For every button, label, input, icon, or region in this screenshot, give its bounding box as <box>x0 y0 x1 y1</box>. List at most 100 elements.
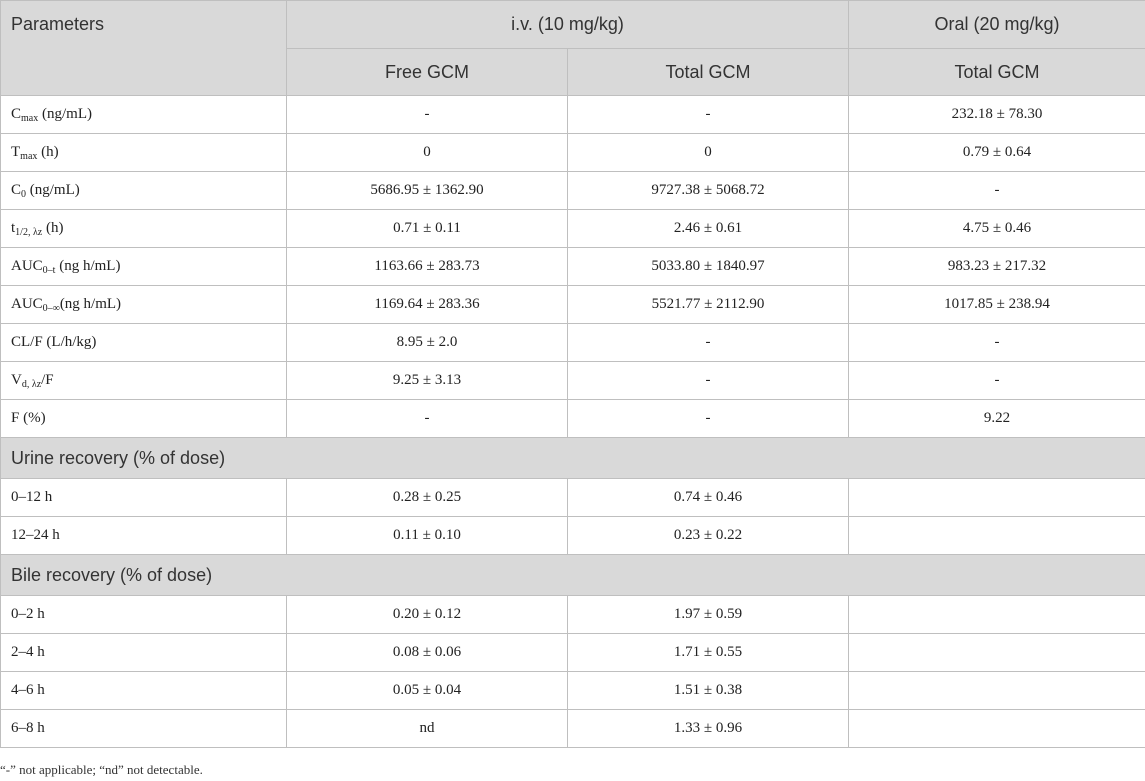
parameter-symbol: CL/F (L/h/kg) <box>11 334 97 350</box>
value-cell: 0.79 ± 0.64 <box>848 133 1145 172</box>
value-cell: 0.08 ± 0.06 <box>286 633 568 672</box>
value-cell: 1.51 ± 0.38 <box>566 671 850 710</box>
parameter-symbol: C <box>11 106 22 122</box>
parameter-subscript: 0–∞ <box>42 303 60 314</box>
value-cell: nd <box>286 709 568 748</box>
parameter-cell: Vd, λz/F <box>0 361 287 400</box>
value-cell: 9.22 <box>848 399 1145 438</box>
value-cell: 1017.85 ± 238.94 <box>848 285 1145 324</box>
parameter-symbol: AUC <box>11 258 43 274</box>
parameter-symbol: T <box>11 144 21 160</box>
parameter-unit: (h) <box>37 144 59 160</box>
value-cell: - <box>286 95 568 134</box>
table-row: 0–12 h 0.28 ± 0.25 0.74 ± 0.46 <box>0 478 1145 517</box>
parameter-unit: (ng/mL) <box>38 106 92 122</box>
parameter-subscript: d, λz <box>21 379 42 390</box>
parameter-cell: Tmax (h) <box>0 133 287 172</box>
table-row: 0–2 h 0.20 ± 0.12 1.97 ± 0.59 <box>0 595 1145 634</box>
table-row: C0 (ng/mL) 5686.95 ± 1362.90 9727.38 ± 506… <box>0 171 1145 210</box>
value-cell: - <box>566 361 850 400</box>
value-cell <box>848 478 1145 517</box>
table-row: Cmax (ng/mL) - -232.18 ± 78.30 <box>0 95 1145 134</box>
value-cell: 8.95 ± 2.0 <box>286 323 568 362</box>
value-cell: 9.25 ± 3.13 <box>286 361 568 400</box>
value-cell <box>848 709 1145 748</box>
parameter-cell: CL/F (L/h/kg) <box>0 323 287 362</box>
table-row: 4–6 h 0.05 ± 0.04 1.51 ± 0.38 <box>0 671 1145 710</box>
header-iv-group: i.v. (10 mg/kg) <box>285 0 850 49</box>
parameter-cell: Cmax (ng/mL) <box>0 95 287 134</box>
header-free-gcm: Free GCM <box>286 48 568 96</box>
value-cell: 1.33 ± 0.96 <box>566 709 850 748</box>
table-row: AUC0–t (ng h/mL) 1163.66 ± 283.73 5033.80 … <box>0 247 1145 286</box>
parameter-subscript: max <box>20 151 38 162</box>
header-parameters: Parameters <box>0 0 287 96</box>
value-cell: 5033.80 ± 1840.97 <box>566 247 850 286</box>
parameter-cell: AUC0–t (ng h/mL) <box>0 247 287 286</box>
table-row: 12–24 h 0.11 ± 0.10 0.23 ± 0.22 <box>0 516 1145 555</box>
parameter-symbol: C <box>11 182 22 198</box>
value-cell: - <box>286 399 568 438</box>
value-cell: 5686.95 ± 1362.90 <box>286 171 568 210</box>
bile-recovery-title: Bile recovery (% of dose) <box>0 554 1145 596</box>
table-row: CL/F (L/h/kg) 8.95 ± 2.0- - <box>0 323 1145 362</box>
parameter-symbol: V <box>11 372 22 388</box>
table-footnote: “-” not applicable; “nd” not detectable. <box>0 762 203 777</box>
value-cell: 0.20 ± 0.12 <box>286 595 568 634</box>
value-cell <box>848 671 1145 710</box>
pharmacokinetic-parameters-table: Parameters i.v. (10 mg/kg) Oral (20 mg/k… <box>0 0 1145 748</box>
time-interval-cell: 0–2 h <box>0 595 287 634</box>
header-total-gcm-iv: Total GCM <box>566 48 850 96</box>
parameter-symbol: F (%) <box>11 410 46 426</box>
time-interval-cell: 2–4 h <box>0 633 287 672</box>
value-cell: 0.23 ± 0.22 <box>566 516 850 555</box>
value-cell: 0.05 ± 0.04 <box>286 671 568 710</box>
table-row: Vd, λz/F 9.25 ± 3.13- - <box>0 361 1145 400</box>
value-cell: 1.71 ± 0.55 <box>566 633 850 672</box>
value-cell: 983.23 ± 217.32 <box>848 247 1145 286</box>
value-cell: 0 <box>286 133 568 172</box>
parameter-unit: (h) <box>42 220 64 236</box>
parameter-cell: C0 (ng/mL) <box>0 171 287 210</box>
value-cell: 5521.77 ± 2112.90 <box>566 285 850 324</box>
time-interval-cell: 6–8 h <box>0 709 287 748</box>
value-cell: 0.11 ± 0.10 <box>286 516 568 555</box>
value-cell: - <box>566 95 850 134</box>
parameter-unit: (ng h/mL) <box>55 258 121 274</box>
value-cell: 9727.38 ± 5068.72 <box>566 171 850 210</box>
header-total-gcm-oral: Total GCM <box>848 48 1145 96</box>
value-cell: - <box>848 323 1145 362</box>
value-cell: - <box>566 323 850 362</box>
value-cell <box>848 633 1145 672</box>
table-row: 6–8 h nd 1.33 ± 0.96 <box>0 709 1145 748</box>
bile-recovery-section-header: Bile recovery (% of dose) <box>0 554 1145 596</box>
parameter-subscript: 0–t <box>42 265 56 276</box>
table-row: Tmax (h) 0 0 0.79 ± 0.64 <box>0 133 1145 172</box>
table-row: 2–4 h 0.08 ± 0.06 1.71 ± 0.55 <box>0 633 1145 672</box>
value-cell: - <box>566 399 850 438</box>
parameter-subscript: max <box>21 113 39 124</box>
value-cell: 1169.64 ± 283.36 <box>286 285 568 324</box>
urine-recovery-title: Urine recovery (% of dose) <box>0 437 1145 479</box>
parameter-subscript: 1/2, λz <box>15 227 43 238</box>
parameter-cell: AUC0–∞(ng h/mL) <box>0 285 287 324</box>
urine-recovery-section-header: Urine recovery (% of dose) <box>0 437 1145 479</box>
time-interval-cell: 0–12 h <box>0 478 287 517</box>
parameter-unit: (ng/mL) <box>26 182 80 198</box>
value-cell: - <box>848 361 1145 400</box>
table-row: F (%) - -9.22 <box>0 399 1145 438</box>
parameter-cell: F (%) <box>0 399 287 438</box>
table-row: AUC0–∞(ng h/mL) 1169.64 ± 283.36 5521.77 ±… <box>0 285 1145 324</box>
header-oral-group: Oral (20 mg/kg) <box>848 0 1145 49</box>
value-cell: 0 <box>566 133 850 172</box>
value-cell <box>848 595 1145 634</box>
time-interval-cell: 12–24 h <box>0 516 287 555</box>
value-cell: - <box>848 171 1145 210</box>
time-interval-cell: 4–6 h <box>0 671 287 710</box>
parameter-unit: /F <box>41 372 54 388</box>
value-cell: 4.75 ± 0.46 <box>848 209 1145 248</box>
parameter-symbol: AUC <box>11 296 43 312</box>
value-cell: 0.74 ± 0.46 <box>566 478 850 517</box>
value-cell: 1.97 ± 0.59 <box>566 595 850 634</box>
value-cell: 2.46 ± 0.61 <box>566 209 850 248</box>
